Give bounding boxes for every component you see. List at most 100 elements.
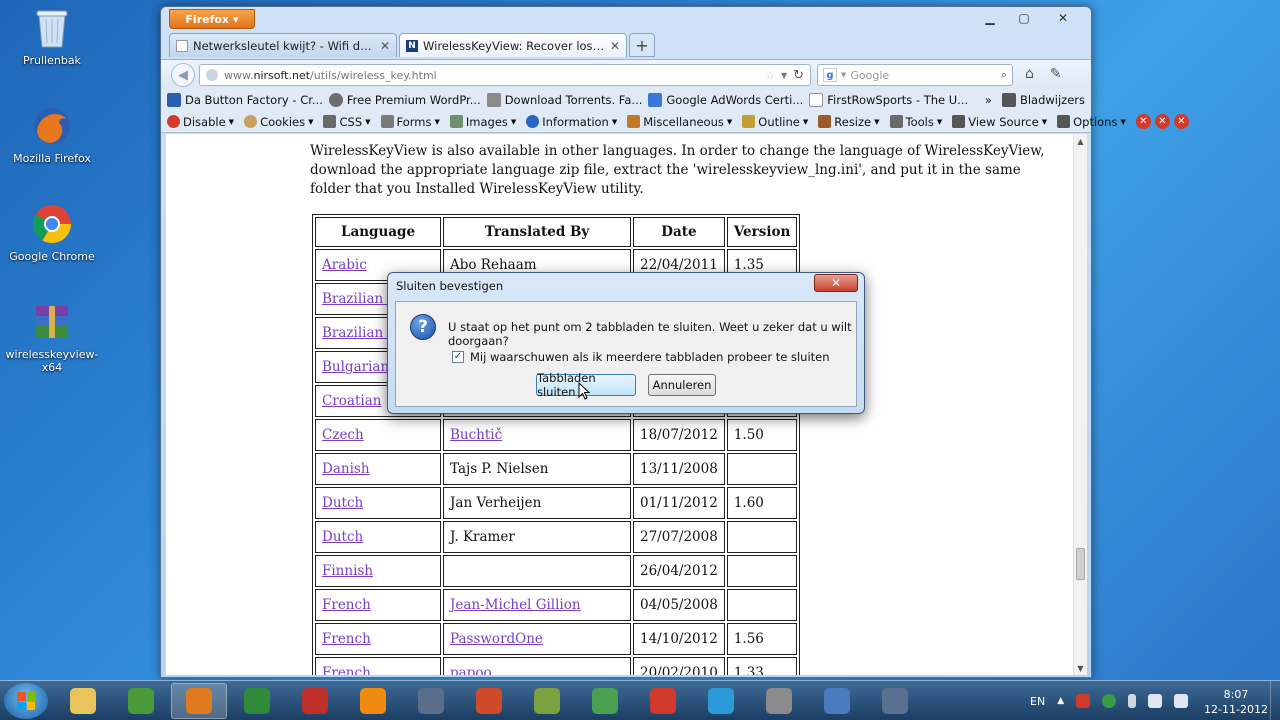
taskbar-button[interactable]	[751, 683, 807, 719]
translator-link[interactable]: papoo	[450, 665, 492, 675]
devtool-miscellaneous[interactable]: Miscellaneous ▼	[627, 115, 732, 129]
devtool-information[interactable]: Information ▼	[526, 115, 617, 129]
language-link[interactable]: Croatian	[322, 393, 381, 409]
close-window-button[interactable]: ✕	[1041, 9, 1085, 27]
bookmark-item[interactable]: Free Premium WordPr...	[328, 93, 481, 107]
language-link[interactable]: French	[322, 597, 371, 613]
scroll-up-icon[interactable]: ▲	[1074, 134, 1087, 148]
bookmark-star-icon[interactable]: ☆	[765, 69, 775, 82]
search-bar[interactable]: g ▼ Google ⌕	[817, 64, 1013, 86]
date-cell: 01/11/2012	[633, 487, 725, 519]
taskbar-button[interactable]	[113, 683, 169, 719]
taskbar-button[interactable]	[809, 683, 865, 719]
cancel-button[interactable]: Annuleren	[648, 374, 716, 396]
error-icon[interactable]: ✕	[1173, 114, 1189, 129]
navigation-bar: ◀ www.nirsoft.net/utils/wireless_key.htm…	[161, 59, 1091, 89]
language-link[interactable]: Dutch	[322, 495, 363, 511]
show-hidden-icons[interactable]: ▲	[1057, 696, 1064, 706]
chevron-more-icon[interactable]: »	[985, 93, 992, 107]
translator-link[interactable]: Buchtič	[450, 427, 502, 443]
warn-checkbox-row[interactable]: ✓ Mij waarschuwen als ik meerdere tabbla…	[452, 350, 830, 364]
taskbar-button[interactable]	[171, 683, 227, 719]
vertical-scrollbar[interactable]: ▲ ▼	[1073, 134, 1087, 675]
start-button[interactable]	[4, 683, 48, 719]
error-icon[interactable]: ✕	[1135, 114, 1151, 129]
taskbar-button[interactable]	[635, 683, 691, 719]
taskbar-button[interactable]	[519, 683, 575, 719]
devtool-disable[interactable]: Disable ▼	[167, 115, 234, 129]
translator-link[interactable]: Jean-Michel Gillion	[450, 597, 581, 613]
devtool-options[interactable]: Options ▼	[1057, 115, 1126, 129]
dialog-message: U staat op het punt om 2 tabbladen te sl…	[448, 320, 852, 348]
language-link[interactable]: French	[322, 665, 371, 675]
taskbar-button[interactable]	[693, 683, 749, 719]
translator-link[interactable]: PasswordOne	[450, 631, 543, 647]
url-bar[interactable]: www.nirsoft.net/utils/wireless_key.html …	[199, 64, 811, 86]
resize-icon	[818, 115, 832, 128]
desktop-icon-firefox[interactable]: Mozilla Firefox	[2, 104, 102, 165]
taskbar-button[interactable]	[403, 683, 459, 719]
devtool-cookies[interactable]: Cookies ▼	[244, 115, 313, 129]
language-indicator[interactable]: EN	[1030, 695, 1045, 708]
taskbar-button[interactable]	[55, 683, 111, 719]
tray-app-icon[interactable]	[1076, 694, 1091, 708]
devtool-tools[interactable]: Tools ▼	[889, 115, 942, 129]
desktop-icon-recycle-bin[interactable]: Prullenbak	[2, 6, 102, 67]
language-link[interactable]: Danish	[322, 461, 370, 477]
language-link[interactable]: Bulgarian	[322, 359, 389, 375]
maximize-button[interactable]: ▢	[1007, 9, 1041, 27]
new-tab-button[interactable]: +	[629, 33, 655, 57]
language-link[interactable]: Arabic	[322, 257, 367, 273]
taskbar-button[interactable]	[461, 683, 517, 719]
network-tray-icon[interactable]	[1148, 694, 1163, 708]
volume-icon[interactable]	[1174, 694, 1189, 708]
pencil-icon[interactable]: ✎	[1050, 66, 1062, 82]
reload-icon[interactable]: ↻	[793, 68, 804, 83]
minimize-button[interactable]: ▁	[973, 9, 1007, 27]
firefox-icon	[30, 104, 74, 148]
bookmark-item[interactable]: Google AdWords Certi...	[648, 93, 803, 107]
bookmark-item[interactable]: Download Torrents. Fa...	[486, 93, 642, 107]
scroll-down-icon[interactable]: ▼	[1074, 661, 1087, 675]
taskbar-button[interactable]	[867, 683, 923, 719]
bookmark-item[interactable]: FirstRowSports - The U...	[809, 93, 968, 107]
scrollbar-thumb[interactable]	[1076, 548, 1085, 580]
desktop-icon-chrome[interactable]: Google Chrome	[2, 202, 102, 263]
language-link[interactable]: French	[322, 631, 371, 647]
dropdown-arrow-icon[interactable]: ▼	[841, 71, 846, 79]
firefox-menu-button[interactable]: Firefox ▾	[169, 9, 255, 29]
desktop-icon-archive[interactable]: wirelesskeyview-x64	[2, 300, 102, 374]
close-tab-icon[interactable]: ✕	[610, 39, 620, 53]
clock[interactable]: 8:07 12-11-2012	[1196, 687, 1276, 717]
devtool-outline[interactable]: Outline ▼	[742, 115, 808, 129]
taskbar-button[interactable]	[577, 683, 633, 719]
battery-icon[interactable]	[1128, 694, 1137, 708]
taskbar-button[interactable]	[287, 683, 343, 719]
taskbar-button[interactable]	[345, 683, 401, 719]
home-icon[interactable]: ⌂	[1025, 66, 1034, 82]
warn-checkbox[interactable]: ✓	[452, 351, 464, 363]
devtool-resize[interactable]: Resize ▼	[818, 115, 880, 129]
error-icon[interactable]: ✕	[1154, 114, 1170, 129]
translator-cell: papoo	[443, 657, 631, 675]
search-icon[interactable]: ⌕	[1001, 68, 1007, 82]
utorrent-tray-icon[interactable]	[1102, 694, 1117, 708]
bookmark-item[interactable]: Da Button Factory - Cr...	[167, 93, 323, 107]
devtool-images[interactable]: Images ▼	[449, 115, 516, 129]
language-link[interactable]: Czech	[322, 427, 364, 443]
devtool-css[interactable]: CSS ▼	[323, 115, 371, 129]
language-link[interactable]: Finnish	[322, 563, 373, 579]
show-desktop-button[interactable]	[1270, 681, 1280, 720]
taskbar-button[interactable]	[229, 683, 285, 719]
language-link[interactable]: Dutch	[322, 529, 363, 545]
devtool-forms[interactable]: Forms ▼	[380, 115, 440, 129]
tab-netwerksleutel[interactable]: Netwerksleutel kwijt? - Wifi draadloos..…	[169, 33, 397, 57]
tab-wirelesskeyview[interactable]: N WirelessKeyView: Recover lost WEP/... …	[399, 33, 627, 57]
devtool-view-source[interactable]: View Source ▼	[952, 115, 1047, 129]
dialog-close-button[interactable]: ✕	[814, 274, 858, 292]
back-button[interactable]: ◀	[171, 63, 195, 87]
dropdown-arrow-icon[interactable]: ▼	[781, 71, 787, 80]
question-icon: ?	[410, 314, 436, 340]
close-tab-icon[interactable]: ✕	[380, 39, 390, 53]
bookmarks-menu[interactable]: Bladwijzers	[1001, 93, 1085, 107]
